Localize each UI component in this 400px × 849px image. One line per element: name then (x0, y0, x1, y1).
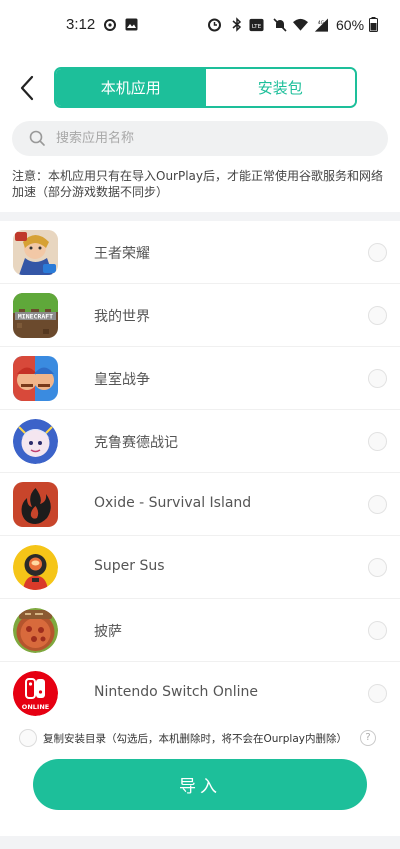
app-row[interactable]: Oxide - Survival Island (0, 473, 400, 536)
copy-install-dir-checkbox[interactable] (19, 729, 37, 747)
oxide-icon (13, 482, 58, 527)
help-icon[interactable]: ? (360, 730, 376, 746)
app-select-radio[interactable] (368, 432, 387, 451)
app-select-radio[interactable] (368, 558, 387, 577)
app-row[interactable]: MINECRAFT 我的世界 (0, 284, 400, 347)
alarm-icon (207, 17, 222, 32)
svg-text:MINECRAFT: MINECRAFT (18, 313, 53, 321)
wifi-icon (293, 17, 308, 32)
copy-install-dir-label: 复制安装目录（勾选后，本机删除时，将不会在Ourplay内删除） (43, 733, 347, 745)
status-bar: 3:12 LTE 4G 60% (0, 0, 400, 50)
app-list: 王者荣耀 MINECRAFT 我的世界 皇室战争 克鲁赛德战记 Oxide - … (0, 221, 400, 725)
app-row[interactable]: 克鲁赛德战记 (0, 410, 400, 473)
app-select-radio[interactable] (368, 495, 387, 514)
tab-install-packages[interactable]: 安装包 (205, 69, 355, 106)
app-name: 披萨 (94, 624, 122, 640)
signal-4g-icon: 4G (313, 17, 328, 32)
clash-royale-icon (13, 356, 58, 401)
app-name: 王者荣耀 (94, 246, 150, 262)
crusaders-quest-icon (13, 419, 58, 464)
nintendo-switch-online-icon: ONLINE (13, 671, 58, 716)
pizza-icon (13, 608, 58, 653)
honor-of-kings-icon (13, 230, 58, 275)
battery-icon (366, 17, 381, 32)
svg-text:LTE: LTE (252, 23, 262, 29)
mute-icon (272, 17, 287, 32)
bluetooth-icon (229, 17, 244, 32)
search-box (12, 121, 388, 156)
tab-local-apps[interactable]: 本机应用 (56, 69, 206, 106)
back-button[interactable] (14, 73, 42, 103)
refresh-icon (102, 17, 117, 32)
super-sus-icon (13, 545, 58, 590)
app-name: Oxide - Survival Island (94, 495, 252, 511)
app-row[interactable]: 披萨 (0, 599, 400, 662)
app-name: 我的世界 (94, 309, 150, 325)
app-name: Super Sus (94, 558, 165, 574)
app-name: Nintendo Switch Online (94, 684, 259, 700)
source-tabs: 本机应用 安装包 (54, 67, 357, 108)
copy-install-dir-option: 复制安装目录（勾选后，本机删除时，将不会在Ourplay内删除） ? (0, 725, 400, 753)
status-time: 3:12 (66, 16, 96, 33)
search-input[interactable] (56, 121, 376, 156)
battery-percentage: 60% (336, 17, 365, 33)
app-row[interactable]: 皇室战争 (0, 347, 400, 410)
app-select-radio[interactable] (368, 306, 387, 325)
chevron-left-icon (20, 75, 34, 101)
app-select-radio[interactable] (368, 621, 387, 640)
section-divider (0, 212, 400, 221)
app-select-radio[interactable] (368, 369, 387, 388)
app-row[interactable]: 王者荣耀 (0, 221, 400, 284)
image-icon (124, 17, 139, 32)
app-row[interactable]: ONLINE Nintendo Switch Online (0, 662, 400, 725)
svg-text:ONLINE: ONLINE (22, 703, 49, 711)
minecraft-icon: MINECRAFT (13, 293, 58, 338)
app-name: 皇室战争 (94, 372, 150, 388)
search-icon (29, 130, 45, 146)
svg-text:4G: 4G (318, 20, 325, 26)
volte-icon: LTE (249, 17, 264, 32)
import-button[interactable]: 导入 (33, 759, 367, 810)
app-name: 克鲁赛德战记 (94, 435, 178, 451)
app-row[interactable]: Super Sus (0, 536, 400, 599)
app-select-radio[interactable] (368, 684, 387, 703)
bottom-divider (0, 836, 400, 849)
app-select-radio[interactable] (368, 243, 387, 262)
import-notice: 注意：本机应用只有在导入OurPlay后，才能正常使用谷歌服务和网络加速（部分游… (12, 169, 384, 199)
